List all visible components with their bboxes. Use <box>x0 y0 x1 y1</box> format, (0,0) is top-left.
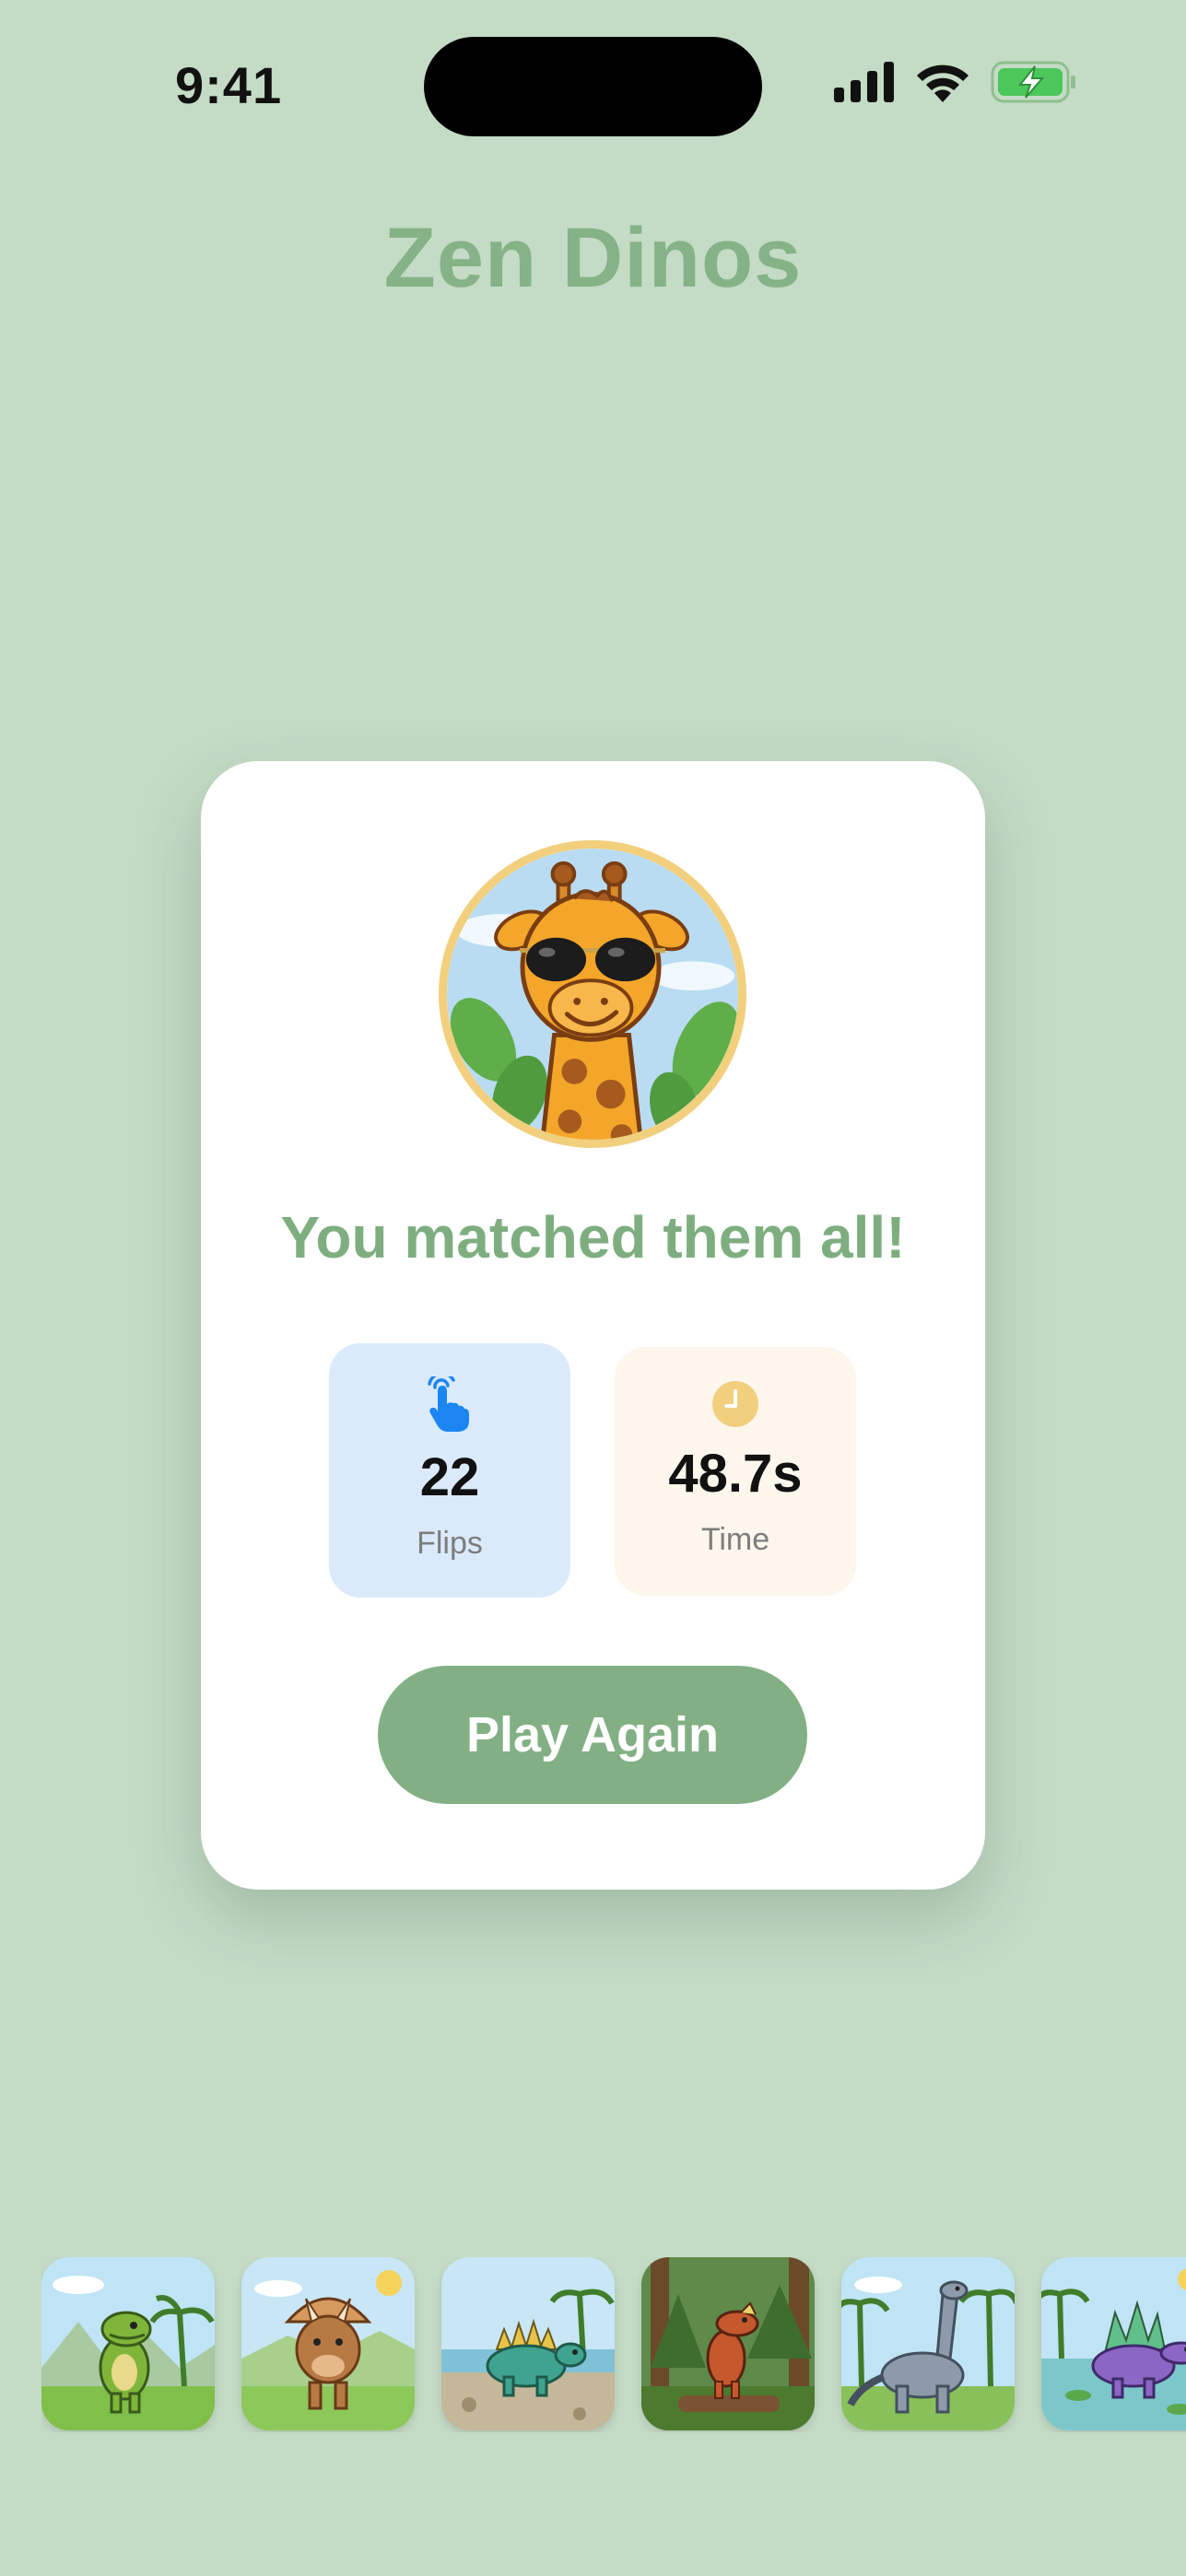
play-again-button[interactable]: Play Again <box>378 1666 807 1804</box>
t-rex-icon <box>41 2257 215 2430</box>
t-rex-card[interactable] <box>41 2257 215 2430</box>
velociraptor-card[interactable] <box>641 2257 815 2430</box>
flips-value: 22 <box>419 1447 480 1507</box>
stegosaurus-card[interactable] <box>441 2257 615 2430</box>
status-icons <box>834 61 1077 103</box>
brachiosaurus-icon <box>841 2257 1015 2430</box>
battery-charging-icon <box>991 61 1077 103</box>
flips-label: Flips <box>417 1526 483 1561</box>
clock-icon <box>615 1380 856 1439</box>
status-time: 9:41 <box>175 56 283 114</box>
status-bar: 9:41 <box>0 0 1186 175</box>
velociraptor-icon <box>641 2257 815 2430</box>
spinosaurus-card[interactable] <box>1041 2257 1186 2430</box>
wifi-icon <box>915 62 970 102</box>
spinosaurus-icon <box>1041 2257 1186 2430</box>
stegosaurus-icon <box>441 2257 615 2430</box>
triceratops-card[interactable] <box>241 2257 415 2430</box>
triceratops-icon <box>241 2257 415 2430</box>
tap-hand-icon <box>329 1376 570 1435</box>
app-title: Zen Dinos <box>383 211 803 305</box>
time-stat: 48.7s Time <box>615 1347 856 1596</box>
result-card: You matched them all! 22 Flips 48.7s Tim… <box>201 761 985 1890</box>
giraffe-sunglasses-icon <box>447 849 738 1140</box>
dynamic-island <box>424 37 762 136</box>
time-value: 48.7s <box>668 1444 803 1504</box>
time-label: Time <box>700 1522 770 1557</box>
brachiosaurus-card[interactable] <box>841 2257 1015 2430</box>
flips-stat: 22 Flips <box>329 1343 570 1598</box>
cellular-signal-icon <box>834 62 895 102</box>
result-message: You matched them all! <box>280 1204 906 1270</box>
dino-card-strip[interactable] <box>41 2257 1186 2432</box>
giraffe-avatar <box>439 840 746 1148</box>
